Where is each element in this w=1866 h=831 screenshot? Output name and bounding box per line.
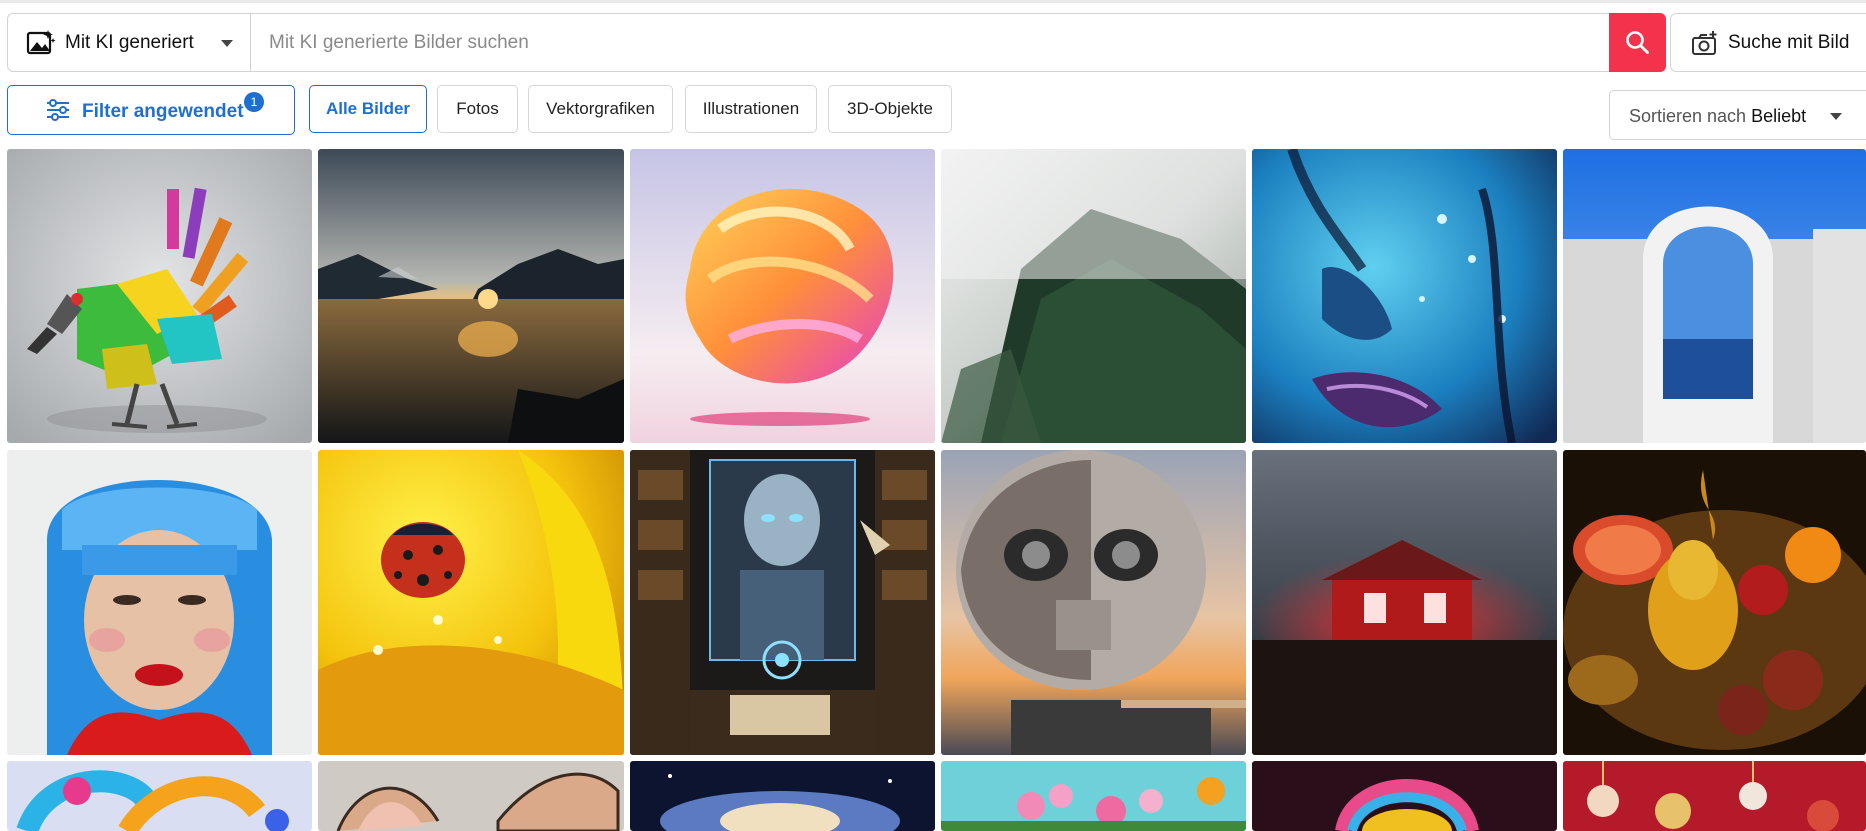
- sort-value: Beliebt: [1751, 106, 1807, 126]
- robot-head-image: [941, 450, 1246, 755]
- search-icon: [1626, 31, 1649, 54]
- image-tile-woman-blue-hair-portrait[interactable]: [7, 450, 312, 755]
- pink-flowers-image: [941, 761, 1246, 831]
- ai-image-icon: [26, 30, 56, 55]
- fruit-still-life-image: [1563, 450, 1866, 755]
- content-type-label: Mit KI generiert: [65, 32, 194, 53]
- image-tile-pink-flowers[interactable]: [941, 761, 1246, 831]
- colorful-tubes-image: [7, 761, 312, 831]
- headphones-image: [1252, 761, 1557, 831]
- image-tile-headphones-colorful[interactable]: [1252, 761, 1557, 831]
- image-tile-cosmic-cloud[interactable]: [630, 761, 935, 831]
- image-tile-robot-bird-3d[interactable]: [7, 149, 312, 443]
- image-tile-misty-forest[interactable]: [941, 149, 1246, 443]
- search-by-image-label: Suche mit Bild: [1728, 32, 1850, 53]
- tab-3d-objects[interactable]: 3D-Objekte: [828, 85, 952, 133]
- sort-dropdown[interactable]: Sortieren nach Beliebt: [1609, 90, 1866, 140]
- filter-count-badge: 1: [244, 92, 264, 112]
- robot-bird-image: [7, 149, 312, 443]
- image-tile-white-arch-sea-view[interactable]: [1563, 149, 1866, 443]
- woman-portrait-image: [7, 450, 312, 755]
- image-tile-colorful-3d-tubes[interactable]: [7, 761, 312, 831]
- image-tile-red-glowing-house-fog[interactable]: [1252, 450, 1557, 755]
- top-divider: [0, 0, 1866, 3]
- search-button[interactable]: [1609, 13, 1666, 72]
- animal-ears-image: [318, 761, 624, 831]
- image-tile-blue-face-water-drops[interactable]: [1252, 149, 1557, 443]
- red-house-image: [1252, 450, 1557, 755]
- filter-button[interactable]: Filter angewendet 1: [7, 85, 295, 135]
- tab-vectors[interactable]: Vektorgrafiken: [528, 85, 673, 133]
- robot-library-image: [630, 450, 935, 755]
- image-tile-robot-head-sunset[interactable]: [941, 450, 1246, 755]
- chevron-down-icon: [221, 40, 233, 47]
- tab-illustrations[interactable]: Illustrationen: [685, 85, 817, 133]
- sort-label: Sortieren nach Beliebt: [1629, 106, 1806, 127]
- content-type-dropdown[interactable]: Mit KI generiert: [8, 14, 251, 71]
- camera-plus-icon: [1692, 31, 1717, 55]
- chevron-down-icon: [1830, 113, 1842, 120]
- abstract-shape-image: [630, 149, 935, 443]
- tab-all-images[interactable]: Alle Bilder: [309, 85, 427, 133]
- image-tile-christmas-ornaments[interactable]: [1563, 761, 1866, 831]
- christmas-ornaments-image: [1563, 761, 1866, 831]
- search-bar: Mit KI generiert: [7, 13, 1666, 72]
- image-tile-ladybug-yellow-flower[interactable]: [318, 450, 624, 755]
- misty-forest-image: [941, 149, 1246, 443]
- mountain-lake-image: [318, 149, 624, 443]
- cosmic-cloud-image: [630, 761, 935, 831]
- white-arch-image: [1563, 149, 1866, 443]
- ladybug-image: [318, 450, 624, 755]
- sliders-icon: [47, 99, 69, 121]
- search-input[interactable]: [259, 22, 1599, 63]
- search-by-image-button[interactable]: Suche mit Bild: [1670, 13, 1866, 72]
- image-tile-fruit-still-life[interactable]: [1563, 450, 1866, 755]
- blue-face-image: [1252, 149, 1557, 443]
- image-tile-animal-ears-illustration[interactable]: [318, 761, 624, 831]
- image-tile-robot-library-writing[interactable]: [630, 450, 935, 755]
- image-tile-mountain-lake-sunset[interactable]: [318, 149, 624, 443]
- image-tile-abstract-twisted-shape[interactable]: [630, 149, 935, 443]
- sort-prefix: Sortieren nach: [1629, 106, 1747, 126]
- filter-label: Filter angewendet: [82, 101, 244, 122]
- tab-photos[interactable]: Fotos: [437, 85, 518, 133]
